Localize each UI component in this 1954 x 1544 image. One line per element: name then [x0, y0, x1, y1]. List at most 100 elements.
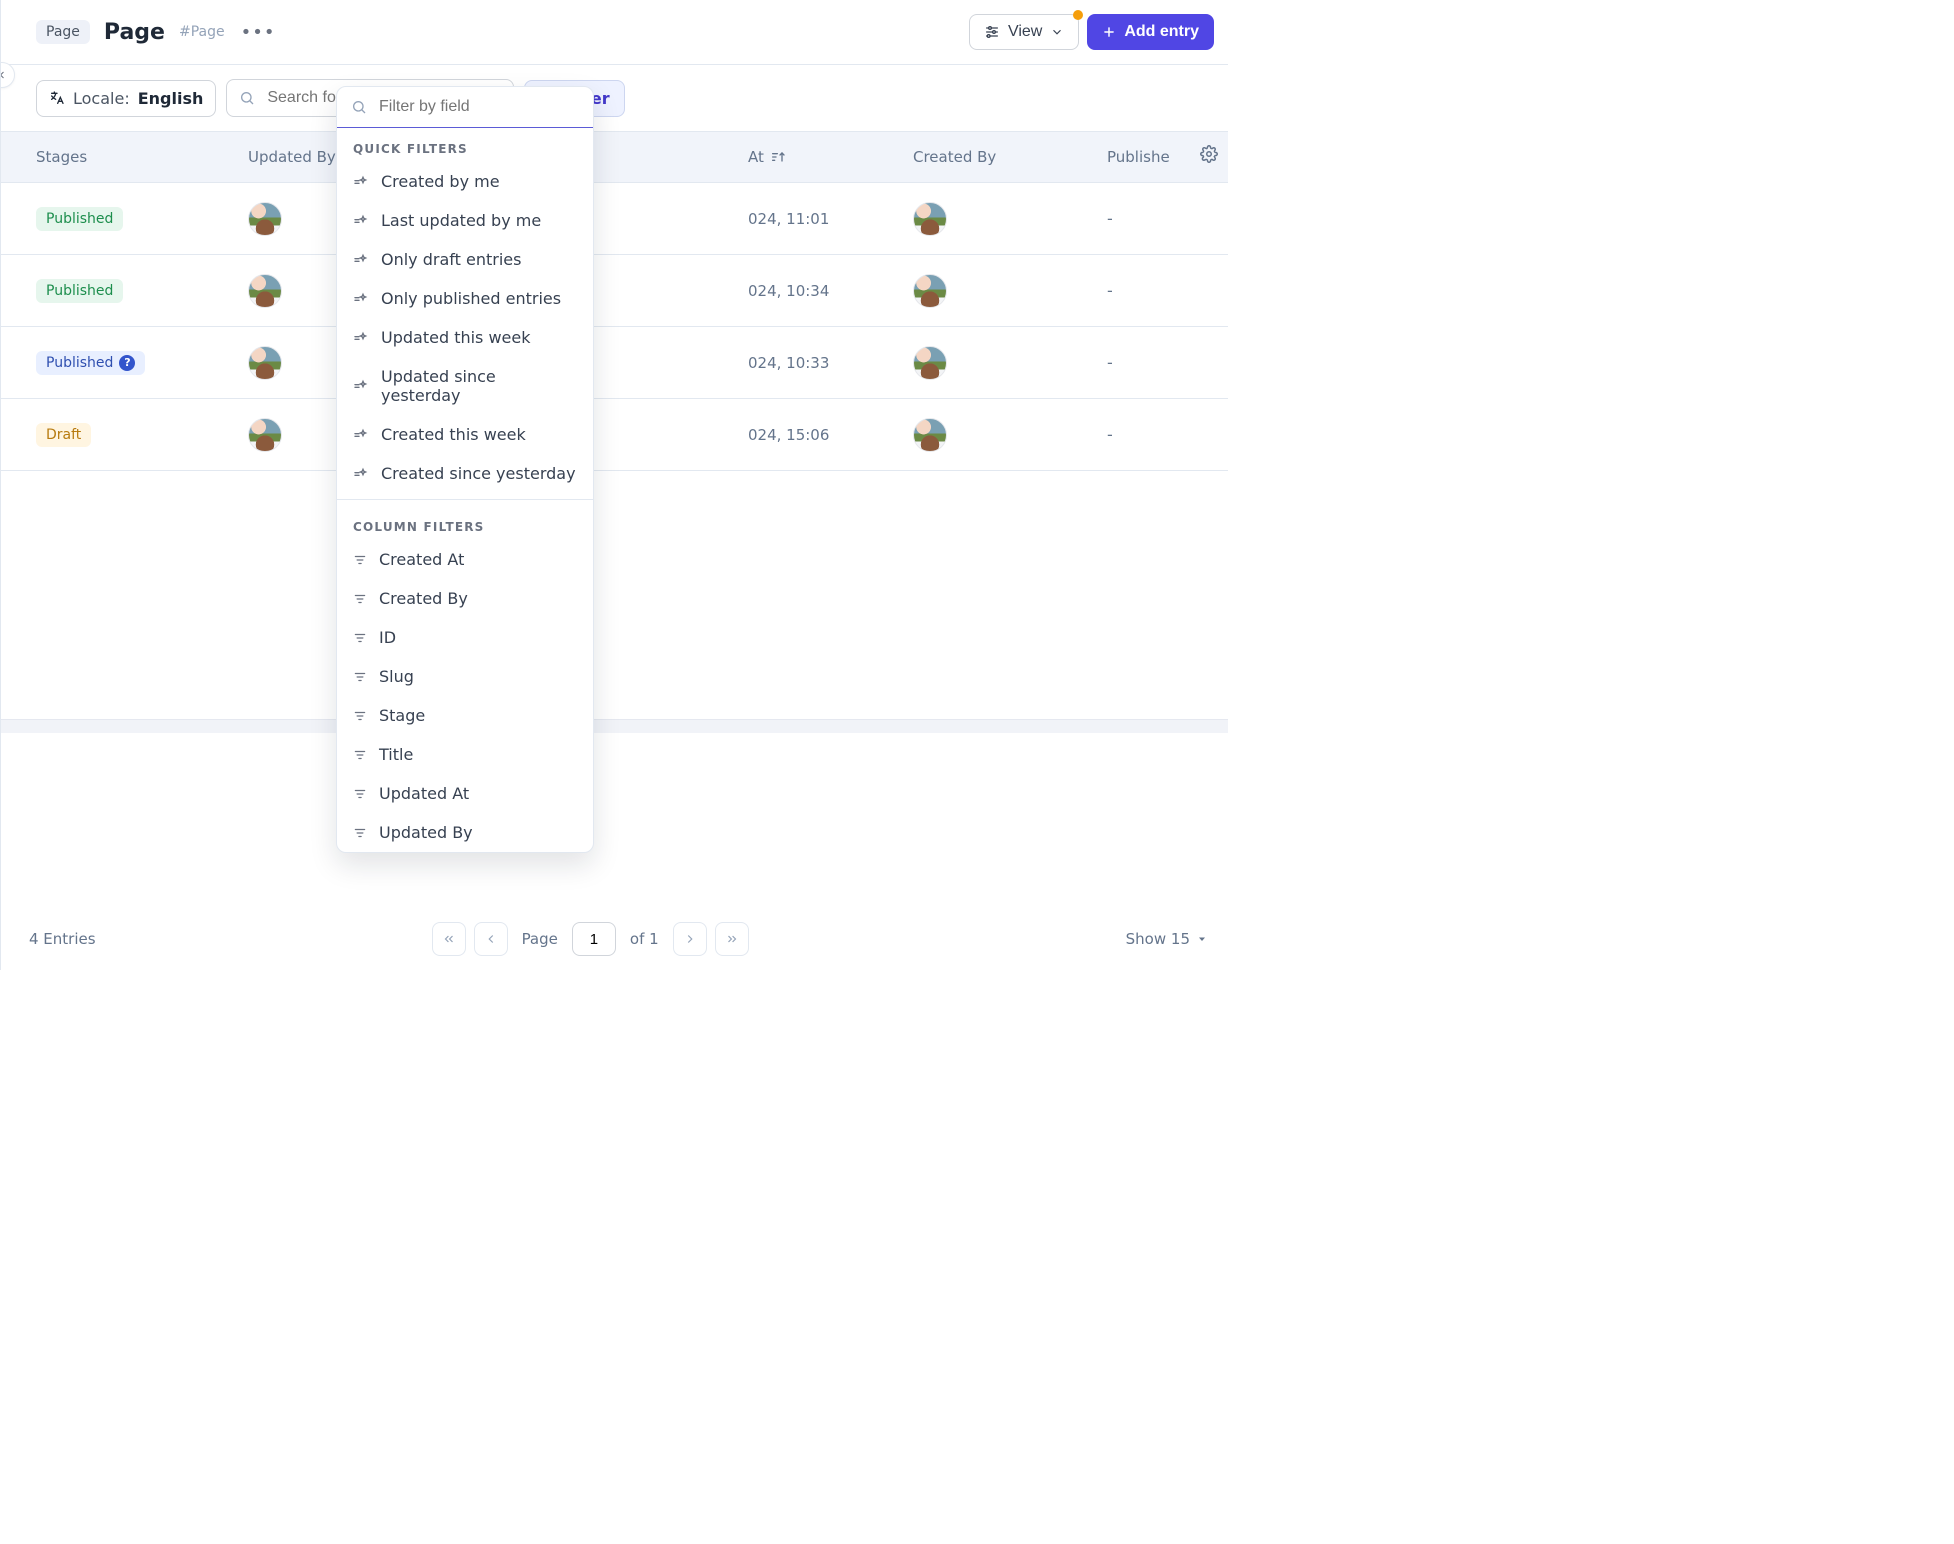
col-updated-at-label: At — [748, 148, 764, 166]
avatar — [913, 274, 947, 308]
stage-badge: Published? — [36, 351, 145, 375]
footer: 4 Entries Page of 1 Show 15 — [1, 908, 1228, 970]
translate-icon — [49, 90, 65, 106]
filter-icon — [353, 631, 367, 645]
divider — [337, 499, 593, 500]
stage-badge: Published — [36, 279, 123, 303]
page-of-label: of 1 — [630, 930, 659, 948]
filter-item-label: Updated By — [379, 823, 473, 842]
filter-item-label: Only published entries — [381, 289, 561, 308]
column-filter-item[interactable]: Title — [337, 735, 593, 774]
quick-filter-item[interactable]: Only published entries — [337, 279, 593, 318]
add-entry-button[interactable]: Add entry — [1087, 14, 1214, 50]
quick-filter-item[interactable]: Created by me — [337, 162, 593, 201]
column-filter-item[interactable]: Slug — [337, 657, 593, 696]
filter-search-wrap[interactable] — [337, 87, 593, 128]
quick-filter-item[interactable]: Only draft entries — [337, 240, 593, 279]
filter-item-label: Only draft entries — [381, 250, 521, 269]
updated-at-value: 024, 15:06 — [748, 426, 829, 444]
quick-filter-item[interactable]: Last updated by me — [337, 201, 593, 240]
avatar — [248, 274, 282, 308]
stage-badge: Draft — [36, 423, 91, 447]
filter-item-label: Created this week — [381, 425, 526, 444]
filter-item-label: Stage — [379, 706, 425, 725]
filter-item-label: Updated since yesterday — [381, 367, 577, 405]
filter-dropdown: QUICK FILTERS Created by me Last updated … — [336, 86, 594, 853]
table-row[interactable]: Publishedclxx4u5zl024, 10:34- — [1, 255, 1228, 327]
locale-select[interactable]: Locale: English — [36, 80, 216, 117]
column-filter-item[interactable]: Created By — [337, 579, 593, 618]
filter-item-label: ID — [379, 628, 396, 647]
filter-icon — [353, 592, 367, 606]
view-changes-dot — [1073, 10, 1083, 20]
table-row[interactable]: Draftclxx5lr6024, 15:06- — [1, 399, 1228, 471]
column-filter-item[interactable]: ID — [337, 618, 593, 657]
filter-item-label: Created by me — [381, 172, 500, 191]
page-label: Page — [522, 930, 558, 948]
filter-icon — [353, 748, 367, 762]
plus-icon — [1102, 25, 1116, 39]
filter-item-label: Title — [379, 745, 413, 764]
more-icon[interactable]: ••• — [241, 22, 276, 43]
col-stages[interactable]: Stages — [36, 148, 248, 166]
col-publisher[interactable]: Publishe — [1107, 148, 1177, 166]
quick-filter-item[interactable]: Updated this week — [337, 318, 593, 357]
col-updated-at[interactable]: At — [738, 148, 913, 166]
col-created-by[interactable]: Created By — [913, 148, 1107, 166]
first-page-button[interactable] — [432, 922, 466, 956]
quick-filters-label: QUICK FILTERS — [337, 128, 593, 162]
filter-item-label: Updated this week — [381, 328, 531, 347]
caret-down-icon — [1196, 933, 1208, 945]
filter-icon — [353, 826, 367, 840]
stage-label: Published — [46, 211, 113, 227]
updated-at-value: 024, 11:01 — [748, 210, 829, 228]
locale-value: English — [138, 89, 204, 108]
filter-search-input[interactable] — [377, 97, 579, 117]
table-row[interactable]: Published?clxx3uyf0024, 10:33- — [1, 327, 1228, 399]
avatar — [248, 346, 282, 380]
add-entry-label: Add entry — [1124, 23, 1199, 41]
column-filter-item[interactable]: Updated At — [337, 774, 593, 813]
table-header: Stages Updated By ID At Created By Publi… — [1, 131, 1228, 183]
prev-page-button[interactable] — [474, 922, 508, 956]
search-icon — [351, 99, 367, 115]
sparkle-icon — [353, 291, 369, 307]
page-size-label: Show 15 — [1126, 930, 1190, 948]
avatar — [913, 346, 947, 380]
page-hash: #Page — [179, 24, 225, 40]
sparkle-icon — [353, 378, 369, 394]
filter-icon — [353, 709, 367, 723]
filter-icon — [353, 553, 367, 567]
breadcrumb-chip[interactable]: Page — [36, 20, 90, 44]
entries-count: 4 Entries — [29, 930, 96, 948]
quick-filter-item[interactable]: Created this week — [337, 415, 593, 454]
column-filter-item[interactable]: Stage — [337, 696, 593, 735]
page-size-select[interactable]: Show 15 — [1126, 930, 1208, 948]
avatar — [913, 202, 947, 236]
page-input[interactable] — [572, 922, 616, 956]
quick-filter-item[interactable]: Created since yesterday — [337, 454, 593, 493]
avatar — [248, 418, 282, 452]
filter-icon — [353, 787, 367, 801]
publisher-value: - — [1107, 353, 1113, 372]
horizontal-scrollbar[interactable] — [1, 719, 1228, 733]
column-filter-item[interactable]: Updated By — [337, 813, 593, 852]
column-filter-item[interactable]: Created At — [337, 540, 593, 579]
page-title: Page — [104, 20, 165, 45]
next-page-button[interactable] — [673, 922, 707, 956]
filter-icon — [353, 670, 367, 684]
search-icon — [239, 90, 255, 106]
quick-filter-item[interactable]: Updated since yesterday — [337, 357, 593, 415]
stage-label: Published — [46, 283, 113, 299]
filter-item-label: Slug — [379, 667, 414, 686]
avatar — [913, 418, 947, 452]
column-filters-label: COLUMN FILTERS — [337, 506, 593, 540]
stage-badge: Published — [36, 207, 123, 231]
table-row[interactable]: Publishedcltx3nee024, 11:01- — [1, 183, 1228, 255]
view-button[interactable]: View — [969, 14, 1079, 50]
last-page-button[interactable] — [715, 922, 749, 956]
sparkle-icon — [353, 427, 369, 443]
filter-item-label: Updated At — [379, 784, 469, 803]
sparkle-icon — [353, 330, 369, 346]
columns-settings-button[interactable] — [1200, 145, 1218, 163]
